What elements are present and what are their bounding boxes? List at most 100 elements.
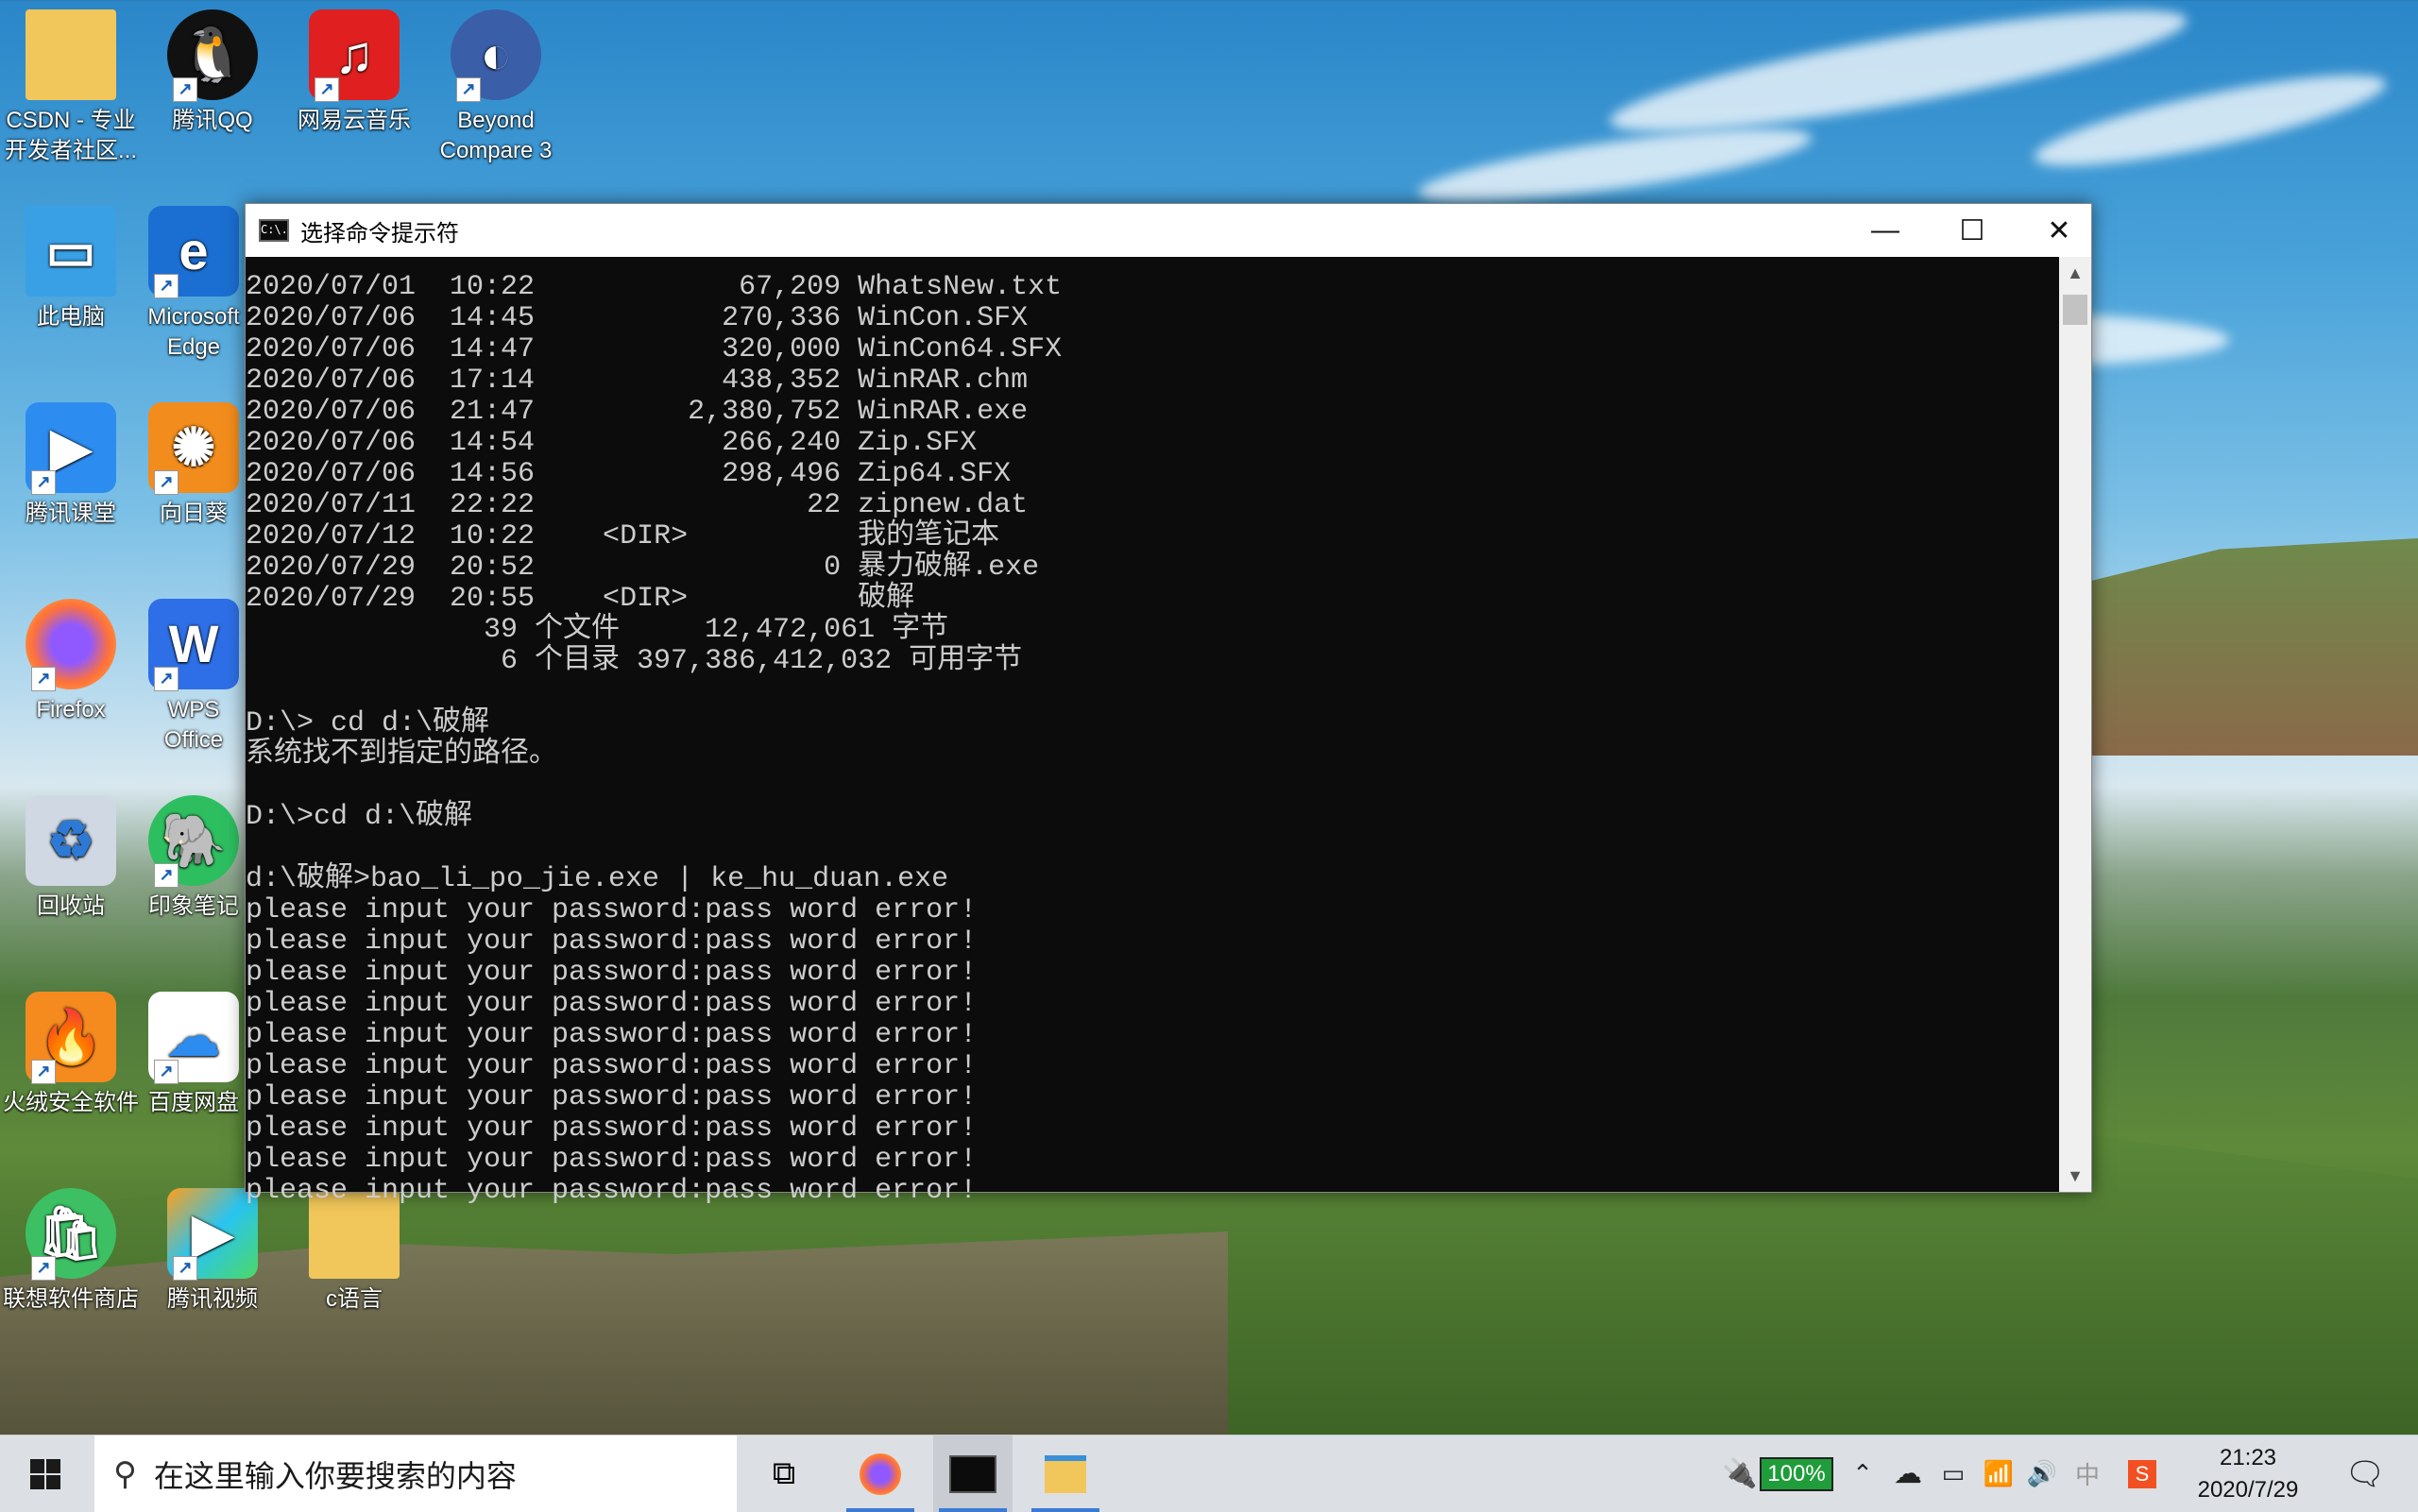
edge-icon: e ↗ — [148, 206, 239, 298]
console-line: 2020/07/01 10:22 67,209 WhatsNew.txt — [246, 271, 1063, 303]
desktop-icon-tencent-video[interactable]: ▶ ↗ 腾讯视频 — [142, 1188, 283, 1315]
wps-icon: W ↗ — [148, 599, 239, 691]
clock-time: 21:23 — [2219, 1445, 2277, 1470]
desktop-icon-this-pc[interactable]: ▭ 此电脑 — [0, 206, 142, 332]
system-clock[interactable]: 21:23 2020/7/29 — [2172, 1436, 2324, 1512]
desktop-icon-netease-music[interactable]: ♫ ↗ 网易云音乐 — [283, 9, 425, 136]
taskbar-app-firefox[interactable] — [841, 1436, 920, 1512]
console-line: 2020/07/11 22:22 22 zipnew.dat — [246, 489, 1029, 521]
desktop-icon-qq[interactable]: 🐧 ↗ 腾讯QQ — [142, 9, 283, 136]
notification-center-icon[interactable]: 🗨 — [2339, 1436, 2392, 1512]
desktop-icon-firefox[interactable]: ↗ Firefox — [0, 599, 142, 725]
console-line: please input your password:pass word err… — [246, 1019, 978, 1051]
penguin-icon: 🐧 ↗ — [167, 9, 258, 102]
desktop-icon-sunflower[interactable]: ✺ ↗ 向日葵 — [142, 402, 246, 529]
desktop-icon-label: 百度网盘 — [148, 1090, 239, 1115]
desktop-icon-label: 腾讯QQ — [172, 108, 253, 133]
task-view-icon: ⧉ — [772, 1455, 796, 1491]
battery-level: 100% — [1760, 1456, 1833, 1491]
running-indicator — [1031, 1508, 1099, 1512]
onedrive-cloud-icon[interactable]: ☁ — [1887, 1436, 1929, 1512]
clock-date: 2020/7/29 — [2197, 1477, 2299, 1503]
maximize-button[interactable]: ☐ — [1929, 204, 2016, 257]
scrollbar-thumb[interactable] — [2063, 295, 2087, 325]
chevron-up-icon[interactable]: ▲ — [2059, 257, 2091, 289]
computer-icon: ▭ — [26, 206, 116, 297]
console-line: please input your password:pass word err… — [246, 894, 978, 926]
console-line: 2020/07/06 14:45 270,336 WinCon.SFX — [246, 302, 1029, 334]
desktop-icon-wps[interactable]: W ↗ WPS Office — [142, 599, 246, 756]
wifi-icon[interactable]: 📶 — [1980, 1436, 2018, 1512]
console-line: please input your password:pass word err… — [246, 1050, 978, 1082]
desktop-icon-lenovo-store[interactable]: 🛍 ↗ 联想软件商店 — [0, 1188, 142, 1315]
sogou-ime-icon[interactable]: S — [2123, 1436, 2161, 1512]
console-line: please input your password:pass word err… — [246, 1113, 978, 1145]
console-line: please input your password:pass word err… — [246, 957, 978, 989]
wallpaper-cliff — [2087, 538, 2418, 756]
desktop-icon-label: WPS Office — [163, 697, 224, 753]
taskbar-search-box[interactable]: ⚲ 在这里输入你要搜索的内容 — [94, 1436, 737, 1512]
desktop-icon-label: CSDN - 专业开发者社区... — [4, 108, 137, 163]
window-title: 选择命令提示符 — [300, 220, 459, 246]
console-line: 2020/07/06 14:47 320,000 WinCon64.SFX — [246, 333, 1063, 365]
taskbar-app-explorer[interactable] — [1026, 1436, 1105, 1512]
minimize-button[interactable]: — — [1842, 204, 1929, 257]
firefox-icon: ↗ — [26, 599, 116, 691]
desktop-icon-label: Microsoft Edge — [147, 304, 240, 360]
start-button[interactable] — [0, 1436, 91, 1512]
desktop-icon-label: 向日葵 — [160, 501, 228, 526]
taskbar-app-cmd[interactable] — [933, 1436, 1013, 1512]
console-line: 39 个文件 12,472,061 字节 — [246, 614, 949, 646]
desktop-icon-baidu-netdisk[interactable]: ☁ ↗ 百度网盘 — [142, 992, 246, 1118]
music-icon: ♫ ↗ — [309, 9, 400, 102]
vertical-scrollbar[interactable]: ▲ ▼ — [2059, 257, 2091, 1192]
console-line: please input your password:pass word err… — [246, 1144, 978, 1176]
desktop-icon-label: 腾讯课堂 — [26, 501, 116, 526]
compare-icon: ◐ ↗ — [451, 9, 541, 102]
task-view-button[interactable]: ⧉ — [746, 1436, 822, 1512]
desktop-icon-label: Firefox — [36, 697, 106, 722]
taskbar: ⚲ 在这里输入你要搜索的内容 ⧉ 🔌 100% ⌃ ☁ ▭ 📶 🔊 中 S 21… — [0, 1435, 2418, 1512]
chevron-down-icon[interactable]: ▼ — [2059, 1160, 2091, 1192]
desktop-icon-label: 此电脑 — [37, 304, 105, 330]
desktop-icon-evernote[interactable]: 🐘 ↗ 印象笔记 — [142, 795, 246, 922]
desktop-icon-label: c语言 — [326, 1286, 383, 1312]
console-line: 2020/07/29 20:52 0 暴力破解.exe — [246, 552, 1040, 584]
command-prompt-window[interactable]: C:\. 选择命令提示符 — ☐ ✕ 2020/07/01 10:22 67,2… — [245, 203, 2092, 1207]
wallpaper-cloud — [2029, 58, 2392, 183]
console-line: 2020/07/12 10:22 <DIR> 我的笔记本 — [246, 520, 1000, 552]
desktop-icon-label: 火绒安全软件 — [3, 1090, 139, 1115]
battery-indicator[interactable]: 100% — [1759, 1436, 1834, 1512]
terminal-icon: C:\. — [259, 219, 289, 242]
flame-icon: 🔥 ↗ — [26, 992, 116, 1084]
terminal-icon — [949, 1454, 996, 1493]
window-titlebar[interactable]: C:\. 选择命令提示符 — ☐ ✕ — [246, 204, 2091, 257]
desktop-icon-huorong[interactable]: 🔥 ↗ 火绒安全软件 — [0, 992, 142, 1118]
console-line: please input your password:pass word err… — [246, 926, 978, 958]
console-line: d:\破解>bao_li_po_jie.exe | ke_hu_duan.exe — [246, 863, 949, 895]
volume-icon[interactable]: 🔊 — [2023, 1436, 2061, 1512]
ime-indicator[interactable]: 中 — [2067, 1436, 2108, 1512]
battery-icon[interactable]: ▭ — [1934, 1436, 1972, 1512]
desktop-icon-tencent-classroom[interactable]: ▶ ↗ 腾讯课堂 — [0, 402, 142, 529]
desktop-icon-label: 腾讯视频 — [167, 1286, 258, 1312]
desktop-icon-recycle-bin[interactable]: ♻ 回收站 — [0, 795, 142, 922]
console-line: 2020/07/06 14:56 298,496 Zip64.SFX — [246, 458, 1012, 490]
console-line: 2020/07/29 20:55 <DIR> 破解 — [246, 583, 915, 615]
desktop-icon-c-language[interactable]: c语言 — [283, 1188, 425, 1315]
wallpaper-cloud — [1415, 114, 1815, 216]
power-plug-icon[interactable]: 🔌 — [1722, 1436, 1757, 1512]
recycle-bin-icon: ♻ — [26, 795, 116, 886]
folder-icon — [1045, 1454, 1086, 1493]
close-button[interactable]: ✕ — [2016, 204, 2103, 257]
chevron-up-icon[interactable]: ⌃ — [1844, 1436, 1882, 1512]
console-output[interactable]: 2020/07/01 10:22 67,209 WhatsNew.txt 2020… — [246, 257, 2057, 1207]
elephant-icon: 🐘 ↗ — [148, 795, 239, 888]
desktop-icon-csdn[interactable]: CSDN - 专业开发者社区... — [0, 9, 142, 166]
desktop-icon-beyond-compare[interactable]: ◐ ↗ Beyond Compare 3 — [425, 9, 567, 166]
cloud-drive-icon: ☁ ↗ — [148, 992, 239, 1084]
desktop-icon-edge[interactable]: e ↗ Microsoft Edge — [142, 206, 246, 363]
